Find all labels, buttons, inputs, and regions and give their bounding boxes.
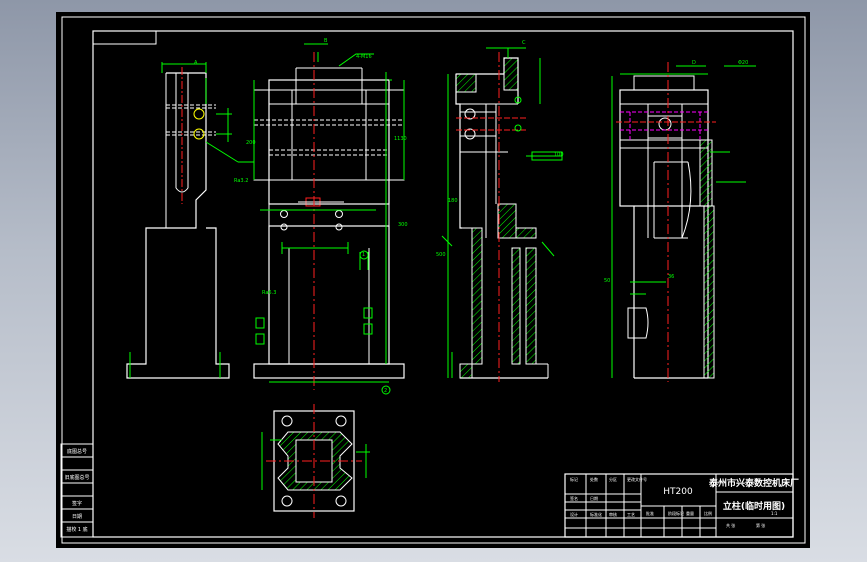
title-block-cell: 第 张 — [756, 522, 765, 528]
dimension-text: A — [194, 60, 198, 66]
side-table-cell: 描校 1 底 — [66, 526, 87, 533]
dimension-text: Φ20 — [738, 60, 748, 66]
dimension-text: 1130 — [394, 136, 407, 142]
title-block-cell: 处数 — [590, 476, 598, 482]
dimension-text: 36 — [668, 274, 674, 280]
dimension-text: 180 — [448, 198, 458, 204]
view-section — [441, 47, 563, 382]
side-table-cell: 旧底图总号 — [64, 474, 89, 481]
side-record-table: 底图总号旧底图总号签字日期描校 1 底 — [60, 443, 94, 538]
dimension-text: D — [692, 60, 696, 66]
inner-frame — [92, 30, 794, 538]
view-side-profile — [126, 62, 254, 379]
title-block-cell: 1:1 — [771, 511, 778, 516]
dimension-text: 4-M16 — [356, 54, 372, 60]
title-block-cell: 设计 — [570, 511, 578, 517]
title-block-cell: 重量 — [686, 510, 694, 516]
side-table-cell: 日期 — [72, 514, 82, 520]
top-left-stamp-box — [92, 30, 157, 45]
title-block-cell: 共 张 — [726, 522, 735, 528]
title-block: HT200 泰州市兴泰数控机床厂 立柱(临时用图) 标记 处数 分区 更改文件号签名日… — [564, 473, 799, 538]
dimension-text: Ra3.2 — [234, 178, 248, 184]
engineering-drawing: 底图总号旧底图总号签字日期描校 1 底 HT200 泰州市兴泰数控机床厂 立柱(… — [60, 16, 806, 544]
dimension-text: B — [324, 38, 328, 44]
view-right — [611, 62, 756, 382]
title-block-cell: 更改文件号 — [627, 476, 647, 482]
title-block-cell: 签名 — [570, 495, 578, 501]
dimension-text: Ra6.3 — [262, 290, 276, 296]
title-block-cell: 标记 — [570, 476, 578, 482]
dimension-text: 100 — [554, 152, 564, 158]
title-block-cell: 分区 — [609, 476, 617, 482]
view-bottom-plan — [261, 404, 370, 518]
dimension-text: 50 — [604, 278, 610, 284]
dimension-text: 300 — [398, 222, 408, 228]
company-name: 泰州市兴泰数控机床厂 — [708, 477, 799, 489]
title-block-cell: 工艺 — [627, 512, 635, 517]
title-block-cell: 审核 — [609, 511, 617, 517]
dimension-text: C — [522, 40, 526, 46]
title-block-cell: 批准 — [646, 510, 654, 516]
title-block-cell: 日期 — [590, 495, 598, 501]
material-label: HT200 — [663, 487, 693, 497]
title-block-cell: 阶段标记 — [668, 510, 684, 516]
dimension-text: 500 — [436, 252, 446, 258]
title-block-cell: 比例 — [704, 510, 712, 516]
outer-frame — [61, 16, 806, 544]
title-block-cell: 标准化 — [590, 511, 602, 517]
view-front — [253, 43, 405, 395]
cad-viewport[interactable]: 底图总号 旧底图总号 签字 日期 描校 1 底 HT200 泰州市兴泰数控机床厂 立柱(… — [56, 12, 810, 548]
side-table-cell: 签字 — [72, 500, 82, 507]
side-table-cell: 底图总号 — [67, 448, 87, 455]
dimension-text: 2 — [384, 388, 387, 394]
dimension-text: 1 — [362, 252, 365, 258]
dimension-text: 200 — [246, 140, 256, 146]
